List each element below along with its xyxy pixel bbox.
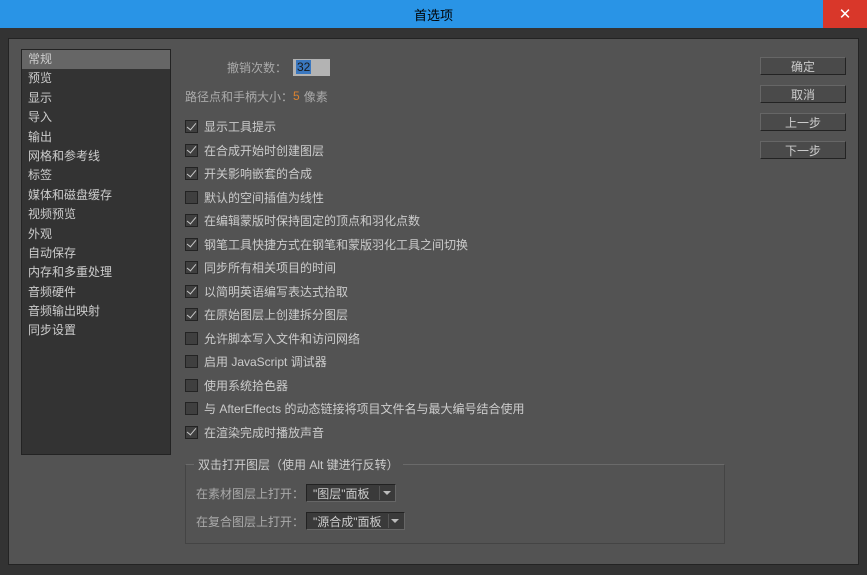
checkbox[interactable] bbox=[185, 144, 198, 157]
checkbox-row[interactable]: 在合成开始时创建图层 bbox=[185, 139, 846, 163]
footage-open-dropdown[interactable]: "图层"面板 bbox=[306, 484, 396, 502]
checkbox-label: 在编辑蒙版时保持固定的顶点和羽化点数 bbox=[204, 212, 420, 229]
sidebar-item[interactable]: 导入 bbox=[22, 108, 170, 127]
undo-label: 撤销次数： bbox=[185, 59, 293, 76]
checkbox-row[interactable]: 钢笔工具快捷方式在钢笔和蒙版羽化工具之间切换 bbox=[185, 233, 846, 257]
checkbox-label: 在合成开始时创建图层 bbox=[204, 142, 324, 159]
sidebar: 常规预览显示导入输出网格和参考线标签媒体和磁盘缓存视频预览外观自动保存内存和多重… bbox=[21, 49, 171, 455]
sidebar-item[interactable]: 外观 bbox=[22, 225, 170, 244]
undo-input[interactable]: 32 bbox=[293, 59, 330, 76]
checkbox-row[interactable]: 在渲染完成时播放声音 bbox=[185, 421, 846, 445]
checkbox[interactable] bbox=[185, 120, 198, 133]
comp-open-label: 在复合图层上打开： bbox=[196, 513, 306, 530]
checkbox[interactable] bbox=[185, 238, 198, 251]
checkbox-label: 同步所有相关项目的时间 bbox=[204, 259, 336, 276]
sidebar-item[interactable]: 网格和参考线 bbox=[22, 147, 170, 166]
comp-open-dropdown[interactable]: "源合成"面板 bbox=[306, 512, 405, 530]
checkbox[interactable] bbox=[185, 261, 198, 274]
checkbox-row[interactable]: 在编辑蒙版时保持固定的顶点和羽化点数 bbox=[185, 209, 846, 233]
sidebar-item[interactable]: 音频硬件 bbox=[22, 283, 170, 302]
sidebar-item[interactable]: 显示 bbox=[22, 89, 170, 108]
checkbox-label: 显示工具提示 bbox=[204, 118, 276, 135]
outer-frame: 常规预览显示导入输出网格和参考线标签媒体和磁盘缓存视频预览外观自动保存内存和多重… bbox=[0, 28, 867, 575]
close-icon: ✕ bbox=[839, 5, 852, 23]
checkbox-row[interactable]: 允许脚本写入文件和访问网络 bbox=[185, 327, 846, 351]
sidebar-item[interactable]: 音频输出映射 bbox=[22, 302, 170, 321]
sidebar-item[interactable]: 内存和多重处理 bbox=[22, 263, 170, 282]
checkbox-label: 与 AfterEffects 的动态链接将项目文件名与最大编号结合使用 bbox=[204, 400, 524, 417]
sidebar-item[interactable]: 媒体和磁盘缓存 bbox=[22, 186, 170, 205]
checkbox[interactable] bbox=[185, 191, 198, 204]
checkbox[interactable] bbox=[185, 285, 198, 298]
checkbox[interactable] bbox=[185, 167, 198, 180]
sidebar-item[interactable]: 自动保存 bbox=[22, 244, 170, 263]
checkbox[interactable] bbox=[185, 402, 198, 415]
sidebar-item[interactable]: 视频预览 bbox=[22, 205, 170, 224]
next-button[interactable]: 下一步 bbox=[760, 141, 846, 159]
checkbox-label: 钢笔工具快捷方式在钢笔和蒙版羽化工具之间切换 bbox=[204, 236, 468, 253]
chevron-down-icon bbox=[379, 486, 393, 500]
double-click-fieldset: 双击打开图层（使用 Alt 键进行反转） 在素材图层上打开： "图层"面板 在复… bbox=[185, 464, 725, 544]
checkbox-label: 允许脚本写入文件和访问网络 bbox=[204, 330, 360, 347]
checkbox-row[interactable]: 使用系统拾色器 bbox=[185, 374, 846, 398]
sidebar-item[interactable]: 预览 bbox=[22, 69, 170, 88]
footage-open-label: 在素材图层上打开： bbox=[196, 485, 306, 502]
ok-button[interactable]: 确定 bbox=[760, 57, 846, 75]
dropdown-value: "图层"面板 bbox=[313, 485, 373, 502]
checkbox-group: 显示工具提示在合成开始时创建图层开关影响嵌套的合成默认的空间插值为线性在编辑蒙版… bbox=[185, 115, 846, 444]
checkbox-row[interactable]: 以简明英语编写表达式拾取 bbox=[185, 280, 846, 304]
titlebar: 首选项 ✕ bbox=[0, 0, 867, 28]
sidebar-item[interactable]: 输出 bbox=[22, 128, 170, 147]
checkbox-row[interactable]: 开关影响嵌套的合成 bbox=[185, 162, 846, 186]
checkbox[interactable] bbox=[185, 214, 198, 227]
checkbox-label: 在渲染完成时播放声音 bbox=[204, 424, 324, 441]
checkbox-row[interactable]: 显示工具提示 bbox=[185, 115, 846, 139]
checkbox-label: 以简明英语编写表达式拾取 bbox=[204, 283, 348, 300]
dropdown-value: "源合成"面板 bbox=[313, 513, 382, 530]
window-title: 首选项 bbox=[414, 5, 453, 24]
checkbox-label: 在原始图层上创建拆分图层 bbox=[204, 306, 348, 323]
sidebar-item[interactable]: 标签 bbox=[22, 166, 170, 185]
dialog-buttons: 确定 取消 上一步 下一步 bbox=[760, 57, 846, 159]
checkbox[interactable] bbox=[185, 332, 198, 345]
close-button[interactable]: ✕ bbox=[823, 0, 867, 28]
sidebar-item[interactable]: 同步设置 bbox=[22, 321, 170, 340]
panel: 常规预览显示导入输出网格和参考线标签媒体和磁盘缓存视频预览外观自动保存内存和多重… bbox=[8, 38, 859, 565]
checkbox-label: 开关影响嵌套的合成 bbox=[204, 165, 312, 182]
chevron-down-icon bbox=[388, 514, 402, 528]
checkbox-label: 默认的空间插值为线性 bbox=[204, 189, 324, 206]
checkbox-row[interactable]: 在原始图层上创建拆分图层 bbox=[185, 303, 846, 327]
checkbox-label: 使用系统拾色器 bbox=[204, 377, 288, 394]
fieldset-legend: 双击打开图层（使用 Alt 键进行反转） bbox=[194, 456, 403, 473]
path-size-suffix: 像素 bbox=[304, 88, 328, 105]
sidebar-item[interactable]: 常规 bbox=[22, 50, 170, 69]
prev-button[interactable]: 上一步 bbox=[760, 113, 846, 131]
checkbox[interactable] bbox=[185, 308, 198, 321]
checkbox-row[interactable]: 启用 JavaScript 调试器 bbox=[185, 350, 846, 374]
checkbox[interactable] bbox=[185, 355, 198, 368]
undo-value: 32 bbox=[296, 60, 311, 74]
checkbox-row[interactable]: 与 AfterEffects 的动态链接将项目文件名与最大编号结合使用 bbox=[185, 397, 846, 421]
checkbox[interactable] bbox=[185, 426, 198, 439]
checkbox-row[interactable]: 同步所有相关项目的时间 bbox=[185, 256, 846, 280]
path-size-value[interactable]: 5 bbox=[293, 89, 300, 103]
checkbox[interactable] bbox=[185, 379, 198, 392]
path-size-label: 路径点和手柄大小： bbox=[185, 88, 293, 105]
checkbox-row[interactable]: 默认的空间插值为线性 bbox=[185, 186, 846, 210]
cancel-button[interactable]: 取消 bbox=[760, 85, 846, 103]
main-content: 确定 取消 上一步 下一步 撤销次数： 32 路径点和手柄大小： 5 像素 显示 bbox=[171, 49, 846, 564]
checkbox-label: 启用 JavaScript 调试器 bbox=[204, 353, 327, 370]
